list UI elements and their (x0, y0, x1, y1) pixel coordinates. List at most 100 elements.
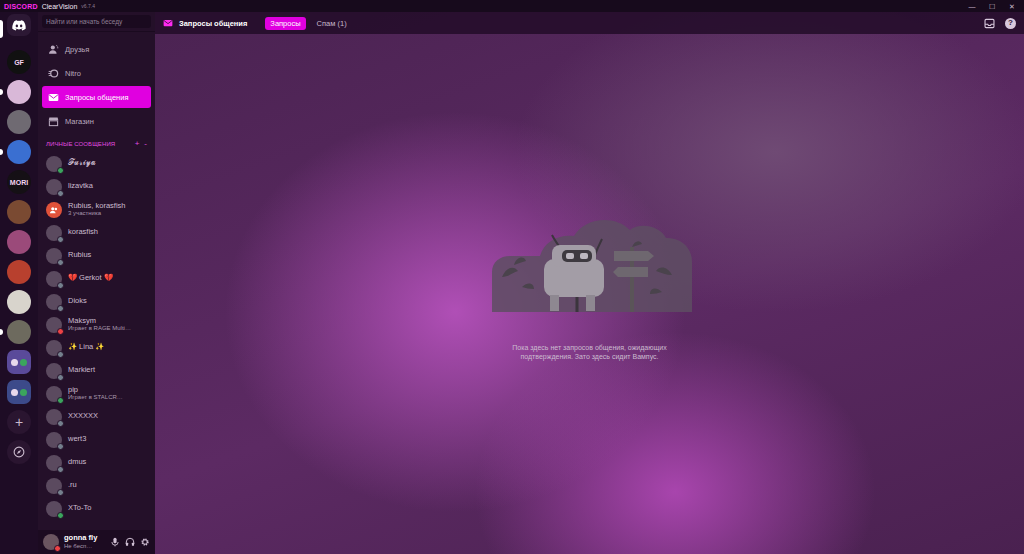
envelope-icon (48, 92, 59, 103)
server-row (0, 110, 38, 134)
dm-text: dmus (68, 458, 147, 467)
group-icon (49, 205, 59, 215)
dm-text: XXXXXX (68, 412, 147, 421)
nav-item[interactable]: Запросы общения (42, 86, 151, 108)
server-icon[interactable] (7, 14, 31, 36)
nav-item[interactable]: Друзья (42, 38, 151, 60)
dm-item[interactable]: XXXXXX (42, 405, 151, 428)
dm-subtitle: 3 участника (68, 210, 147, 217)
server-icon[interactable] (7, 80, 31, 104)
nav-item[interactable]: Магазин (42, 110, 151, 132)
nav-item[interactable]: Nitro (42, 62, 151, 84)
server-row: GF (0, 50, 38, 74)
server-row (0, 320, 38, 344)
dm-item[interactable]: dmus (42, 451, 151, 474)
dm-item[interactable]: lizavtka (42, 175, 151, 198)
avatar (46, 294, 62, 310)
microphone-icon[interactable] (110, 537, 120, 547)
server-indicator (0, 89, 3, 95)
dm-subtitle: Играет в RAGE Multi… (68, 325, 147, 332)
dm-text: .ru (68, 481, 147, 490)
tab[interactable]: Спам (1) (312, 17, 352, 30)
server-row: MORI (0, 170, 38, 194)
dm-item[interactable]: Rubius, korasfish3 участника (42, 198, 151, 221)
dm-text: Markiert (68, 366, 147, 375)
status-dot (57, 466, 64, 473)
window-control-button[interactable]: ✕ (1004, 3, 1020, 10)
avatar (46, 386, 62, 402)
search-field[interactable]: Найти или начать беседу (42, 15, 151, 28)
explore-server-button[interactable] (7, 440, 31, 464)
dm-item[interactable]: 𝓕𝓾𝓻𝓲𝔂𝓪 (42, 152, 151, 175)
avatar (46, 179, 62, 195)
tab[interactable]: Запросы (265, 17, 305, 30)
dm-text: Dioks (68, 297, 147, 306)
inbox-icon[interactable] (984, 18, 995, 29)
server-row (0, 380, 38, 404)
server-icon[interactable]: MORI (7, 170, 31, 194)
dm-item[interactable]: .ru (42, 474, 151, 497)
search-bar: Найти или начать беседу (38, 12, 155, 32)
dm-item[interactable]: pipИграет в STALCR… (42, 382, 151, 405)
avatar (46, 478, 62, 494)
dm-name: 💔 Gerkot 💔 (68, 274, 147, 283)
folder-server-icon (20, 359, 27, 366)
title-bar: DISCORDClearVisionv6.7.4—☐✕ (0, 0, 1024, 12)
server-row (0, 80, 38, 104)
avatar (46, 409, 62, 425)
window-control-button[interactable]: ☐ (984, 3, 1000, 10)
avatar (46, 340, 62, 356)
folder-server-icon (20, 389, 27, 396)
status-dot (57, 512, 64, 519)
dm-item[interactable]: Markiert (42, 359, 151, 382)
dm-item[interactable]: Dioks (42, 290, 151, 313)
user-status: Не бесп… (64, 543, 105, 550)
dm-name: Rubius, korasfish (68, 202, 147, 211)
nitro-icon (48, 68, 59, 79)
server-icon[interactable] (7, 380, 31, 404)
dm-text: MaksymИграет в RAGE Multi… (68, 317, 147, 333)
channel-sidebar: Найти или начать беседу Друзья Nitro Запрос… (38, 12, 155, 554)
server-icon[interactable] (7, 200, 31, 224)
server-icon[interactable] (7, 260, 31, 284)
user-avatar[interactable] (43, 534, 59, 550)
dm-item[interactable]: 💔 Gerkot 💔 (42, 267, 151, 290)
server-icon[interactable] (7, 230, 31, 254)
nav-label: Nitro (65, 69, 81, 78)
envelope-icon (163, 18, 173, 28)
dm-header-button[interactable]: + (135, 140, 140, 148)
status-dot (57, 443, 64, 450)
avatar (46, 202, 62, 218)
dm-item[interactable]: Rubius (42, 244, 151, 267)
dm-item[interactable]: XTo-To (42, 497, 151, 520)
direct-messages-title: ЛИЧНЫЕ СООБЩЕНИЯ (46, 141, 130, 147)
dm-item[interactable]: ✨ Lina ✨ (42, 336, 151, 359)
dm-item[interactable]: MaksymИграет в RAGE Multi… (42, 313, 151, 336)
status-dot (57, 397, 64, 404)
headphones-icon[interactable] (125, 537, 135, 547)
server-icon[interactable] (7, 320, 31, 344)
help-button[interactable]: ? (1005, 18, 1016, 29)
gear-icon[interactable] (140, 537, 150, 547)
page-header: Запросы общенияЗапросыСпам (1)? (155, 12, 1024, 34)
status-dot (57, 374, 64, 381)
dm-text: wert3 (68, 435, 147, 444)
user-panel: gonna flyНе бесп… (38, 530, 155, 554)
server-icon[interactable] (7, 290, 31, 314)
dm-item[interactable]: wert3 (42, 428, 151, 451)
server-icon[interactable] (7, 110, 31, 134)
avatar (46, 317, 62, 333)
add-server-button[interactable]: + (7, 410, 31, 434)
server-icon[interactable]: GF (7, 50, 31, 74)
dm-name: Dioks (68, 297, 147, 306)
server-icon[interactable] (7, 140, 31, 164)
server-icon[interactable] (7, 350, 31, 374)
server-indicator (0, 20, 3, 38)
window-control-button[interactable]: — (964, 3, 980, 10)
status-dot (57, 420, 64, 427)
server-row (0, 230, 38, 254)
dm-header-button[interactable]: - (144, 140, 147, 148)
server-row (0, 140, 38, 164)
dm-item[interactable]: korasfish (42, 221, 151, 244)
dm-text: ✨ Lina ✨ (68, 343, 147, 352)
